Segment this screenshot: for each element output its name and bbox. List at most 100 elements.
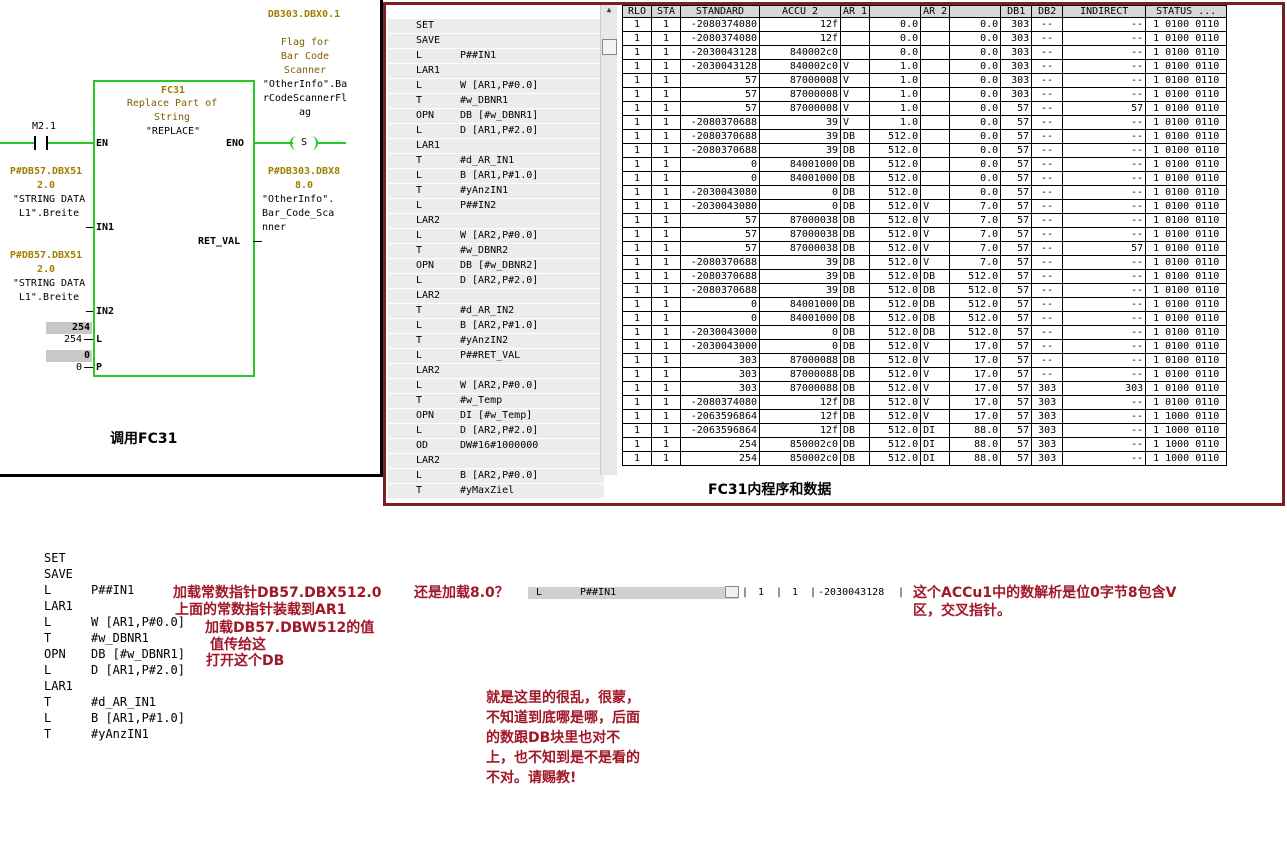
in2-address[interactable]: P#DB57.DBX512.0 <box>6 249 86 277</box>
code-line[interactable]: T #yAnzIN1 <box>388 184 604 199</box>
table-row[interactable]: 1 1 57 87000008 V 1.0 0.0 303 -- -- 1 0100 0110 <box>622 73 1228 88</box>
table-row[interactable]: 1 1 -2030043128 840002c0 V 1.0 0.0 303 -- -- 1 010… <box>622 59 1228 74</box>
table-row[interactable]: 1 1 0 84001000 DB 512.0 DB 512.0 57 -- -- 1 0100 01… <box>622 311 1228 326</box>
column-header[interactable]: DB1 <box>1000 5 1033 18</box>
code-line[interactable]: T #yMaxZiel <box>388 484 604 499</box>
table-cell: -2030043000 <box>680 339 760 354</box>
code-line[interactable]: L D [AR2,P#2.0] <box>388 424 604 439</box>
table-cell: 0.0 <box>869 31 922 46</box>
code-line[interactable]: SET <box>388 19 604 34</box>
code-line[interactable]: OD DW#16#1000000 <box>388 439 604 454</box>
column-header[interactable]: AR 1 <box>839 5 871 18</box>
column-header[interactable]: AR 2 <box>920 5 951 18</box>
code-line[interactable]: T #w_Temp <box>388 394 604 409</box>
code-line[interactable]: T #d_AR_IN2 <box>388 304 604 319</box>
code-line[interactable]: L D [AR1,P#2.0] <box>388 124 604 139</box>
table-row[interactable]: 1 1 57 87000038 DB 512.0 V 7.0 57 -- -- 1 0100 0110 <box>622 213 1228 228</box>
table-row[interactable]: 1 1 -2080370688 39 DB 512.0 0.0 57 -- -- 1 0100 01… <box>622 129 1228 144</box>
column-header[interactable]: INDIRECT <box>1062 5 1147 18</box>
column-header[interactable]: STA <box>651 5 681 18</box>
table-row[interactable]: 1 1 303 87000088 DB 512.0 V 17.0 57 303 303 1 0100 … <box>622 381 1228 396</box>
code-line[interactable]: LAR1 <box>388 139 604 154</box>
table-row[interactable]: 1 1 -2030043080 0 DB 512.0 V 7.0 57 -- -- 1 0100 01… <box>622 199 1228 214</box>
table-row[interactable]: 1 1 57 87000038 DB 512.0 V 7.0 57 -- -- 1 0100 0110 <box>622 227 1228 242</box>
table-cell: 12f <box>759 395 841 410</box>
scroll-up-arrow-icon[interactable]: ▲ <box>603 5 615 15</box>
column-header[interactable]: ACCU 2 <box>759 5 841 18</box>
code-line[interactable]: SAVE <box>388 34 604 49</box>
code-line[interactable]: L B [AR1,P#1.0] <box>388 169 604 184</box>
code-line[interactable]: L W [AR1,P#0.0] <box>388 79 604 94</box>
table-row[interactable]: 1 1 -2030043080 0 DB 512.0 0.0 57 -- -- 1 0100 011… <box>622 185 1228 200</box>
code-line[interactable]: L B [AR2,P#0.0] <box>388 469 604 484</box>
table-row[interactable]: 1 1 -2030043000 0 DB 512.0 DB 512.0 57 -- -- 1 0100… <box>622 325 1228 340</box>
vertical-scrollbar[interactable]: ▲ <box>600 5 617 475</box>
table-cell: 57 <box>1000 395 1033 410</box>
code-line[interactable]: L P##RET_VAL <box>388 349 604 364</box>
code-line[interactable]: OPN DB [#w_DBNR2] <box>388 259 604 274</box>
table-row[interactable]: 1 1 -2063596864 12f DB 512.0 V 17.0 57 303 -- 1 100… <box>622 409 1228 424</box>
column-header[interactable]: STANDARD <box>680 5 760 18</box>
table-cell: 303 <box>1062 381 1147 396</box>
code-line[interactable]: L W [AR2,P#0.0] <box>388 379 604 394</box>
code-line[interactable]: L P##IN1 <box>388 49 604 64</box>
table-cell: 87000038 <box>759 213 841 228</box>
table-row[interactable]: 1 1 57 87000008 V 1.0 0.0 57 -- 57 1 0100 0110 <box>622 101 1228 116</box>
ret-address[interactable]: P#DB303.DBX88.0 <box>262 165 346 193</box>
code-line[interactable]: T #d_AR_IN1 <box>388 154 604 169</box>
flag-address[interactable]: DB303.DBX0.1 <box>262 8 346 22</box>
table-row[interactable]: 1 1 -2030043000 0 DB 512.0 V 17.0 57 -- -- 1 0100 0… <box>622 339 1228 354</box>
code-line[interactable]: OPN DB [#w_DBNR1] <box>388 109 604 124</box>
table-cell: 512.0 <box>869 227 922 242</box>
code-line[interactable]: LAR2 <box>388 289 604 304</box>
table-row[interactable]: 1 1 57 87000008 V 1.0 0.0 303 -- -- 1 0100 0110 <box>622 87 1228 102</box>
table-row[interactable]: 1 1 -2080374080 12f 0.0 0.0 303 -- -- 1 0100 0110 <box>622 31 1228 46</box>
column-header[interactable]: STATUS ... <box>1145 5 1228 18</box>
scroll-thumb[interactable] <box>602 39 617 55</box>
table-row[interactable]: 1 1 303 87000088 DB 512.0 V 17.0 57 -- -- 1 0100 01… <box>622 367 1228 382</box>
code-line[interactable]: LAR1 <box>388 64 604 79</box>
table-row[interactable]: 1 1 -2080374080 12f 0.0 0.0 303 -- -- 1 0100 0110 <box>622 17 1228 32</box>
table-cell: 0.0 <box>949 171 1002 186</box>
table-row[interactable]: 1 1 57 87000038 DB 512.0 V 7.0 57 -- 57 1 0100 0110 <box>622 241 1228 256</box>
column-header[interactable] <box>949 5 1002 18</box>
table-cell: 39 <box>759 269 841 284</box>
code-line[interactable]: T #w_DBNR2 <box>388 244 604 259</box>
table-row[interactable]: 1 1 303 87000088 DB 512.0 V 17.0 57 -- -- 1 0100 01… <box>622 353 1228 368</box>
code-line[interactable]: L P##IN2 <box>388 199 604 214</box>
column-header[interactable]: DB2 <box>1031 5 1064 18</box>
column-header[interactable]: RLO <box>622 5 652 18</box>
table-row[interactable]: 1 1 0 84001000 DB 512.0 0.0 57 -- -- 1 0100 0110 <box>622 157 1228 172</box>
l-value[interactable]: 254 <box>56 333 82 347</box>
in1-address[interactable]: P#DB57.DBX512.0 <box>6 165 86 193</box>
mini-scroll-button[interactable] <box>725 586 739 598</box>
code-line[interactable]: L D [AR2,P#2.0] <box>388 274 604 289</box>
table-cell: 1 <box>651 311 681 326</box>
code-line[interactable]: L B [AR2,P#1.0] <box>388 319 604 334</box>
code-line[interactable]: LAR2 <box>388 364 604 379</box>
p-value[interactable]: 0 <box>56 361 82 375</box>
column-header[interactable] <box>869 5 922 18</box>
code-line[interactable]: LAR2 <box>388 214 604 229</box>
code-line[interactable]: L W [AR2,P#0.0] <box>388 229 604 244</box>
code-line[interactable]: T #w_DBNR1 <box>388 94 604 109</box>
table-row[interactable]: 1 1 0 84001000 DB 512.0 0.0 57 -- -- 1 0100 0110 <box>622 171 1228 186</box>
table-row[interactable]: 1 1 -2080370688 39 DB 512.0 V 7.0 57 -- -- 1 0100 0… <box>622 255 1228 270</box>
table-row[interactable]: 1 1 -2063596864 12f DB 512.0 DI 88.0 57 303 -- 1 10… <box>622 423 1228 438</box>
table-row[interactable]: 1 1 254 850002c0 DB 512.0 DI 88.0 57 303 -- 1 1000 … <box>622 437 1228 452</box>
table-row[interactable]: 1 1 -2080370688 39 DB 512.0 DB 512.0 57 -- -- 1 010… <box>622 283 1228 298</box>
table-row[interactable]: 1 1 254 850002c0 DB 512.0 DI 88.0 57 303 -- 1 1000 … <box>622 451 1228 466</box>
code-line[interactable]: T #yAnzIN2 <box>388 334 604 349</box>
code-line[interactable]: OPN DI [#w_Temp] <box>388 409 604 424</box>
en-contact-address[interactable]: M2.1 <box>26 120 62 134</box>
code-line[interactable]: LAR2 <box>388 454 604 469</box>
table-row[interactable]: 1 1 -2080370688 39 DB 512.0 DB 512.0 57 -- -- 1 010… <box>622 269 1228 284</box>
table-cell: 1 <box>651 437 681 452</box>
table-row[interactable]: 1 1 -2080370688 39 V 1.0 0.0 57 -- -- 1 0100 0110 <box>622 115 1228 130</box>
table-row[interactable]: 1 1 -2080370688 39 DB 512.0 0.0 57 -- -- 1 0100 01… <box>622 143 1228 158</box>
set-coil[interactable]: S <box>290 136 318 150</box>
table-row[interactable]: 1 1 -2080374080 12f DB 512.0 V 17.0 57 303 -- 1 010… <box>622 395 1228 410</box>
table-row[interactable]: 1 1 0 84001000 DB 512.0 DB 512.0 57 -- -- 1 0100 01… <box>622 297 1228 312</box>
table-cell: -- <box>1031 59 1064 74</box>
table-row[interactable]: 1 1 -2030043128 840002c0 0.0 0.0 303 -- -- 1 0100… <box>622 45 1228 60</box>
